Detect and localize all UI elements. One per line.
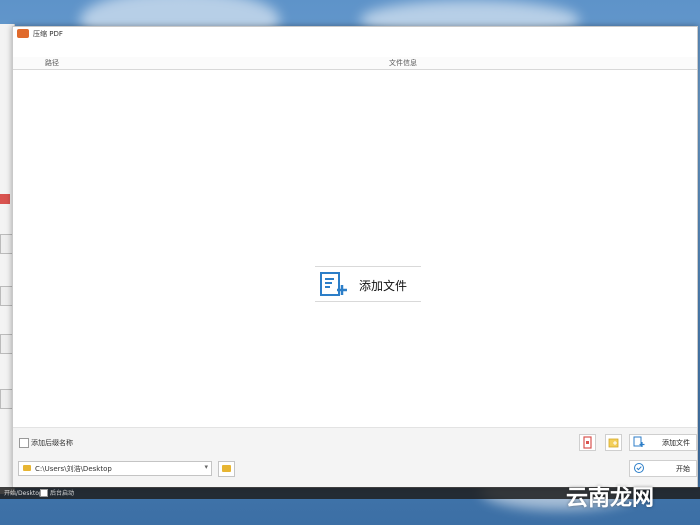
start-button[interactable]: 开始 bbox=[629, 460, 697, 477]
add-files-label: 添加文件 bbox=[359, 279, 408, 293]
compress-pdf-window: 压缩 PDF 路径 文件信息 添加文件 添加后缀名称 C:\Users\刘浩\D… bbox=[12, 26, 698, 488]
chevron-down-icon: ▾ bbox=[204, 463, 208, 471]
file-plus-icon bbox=[633, 436, 645, 447]
add-files-button-label: 添加文件 bbox=[662, 439, 690, 447]
check-circle-icon bbox=[634, 463, 644, 473]
site-watermark: 云南龙网 bbox=[566, 486, 655, 511]
add-suffix-label: 添加后缀名称 bbox=[31, 439, 73, 447]
folder-add-icon bbox=[608, 438, 619, 448]
app-logo-icon bbox=[17, 29, 29, 38]
browse-folder-button[interactable] bbox=[218, 461, 235, 477]
output-path-text: C:\Users\刘浩\Desktop bbox=[35, 465, 112, 473]
pdf-file-button[interactable] bbox=[579, 434, 596, 451]
title-bar: 压缩 PDF bbox=[13, 27, 697, 41]
file-list-area[interactable]: 添加文件 bbox=[13, 70, 697, 426]
column-path[interactable]: 路径 bbox=[45, 58, 59, 68]
add-files-button[interactable]: 添加文件 bbox=[629, 434, 697, 451]
window-title: 压缩 PDF bbox=[33, 30, 63, 38]
add-suffix-checkbox[interactable] bbox=[19, 438, 29, 448]
background-checkbox-label: 后台启动 bbox=[50, 490, 75, 497]
file-plus-icon bbox=[320, 272, 347, 296]
pdf-icon bbox=[583, 436, 592, 449]
folder-icon bbox=[23, 465, 31, 471]
background-checkbox[interactable] bbox=[40, 489, 48, 497]
bottom-panel: 添加后缀名称 C:\Users\刘浩\Desktop ▾ 添加文件 开始 bbox=[13, 427, 697, 488]
folder-icon bbox=[222, 465, 231, 472]
pdf-icon bbox=[0, 194, 10, 204]
output-path-select[interactable]: C:\Users\刘浩\Desktop ▾ bbox=[18, 461, 212, 476]
start-button-label: 开始 bbox=[676, 465, 690, 473]
add-files-center-button[interactable]: 添加文件 bbox=[315, 266, 421, 302]
column-file-info[interactable]: 文件信息 bbox=[389, 58, 417, 68]
background-path-text: 开始/Desktop bbox=[4, 490, 43, 497]
add-folder-button[interactable] bbox=[605, 434, 622, 451]
